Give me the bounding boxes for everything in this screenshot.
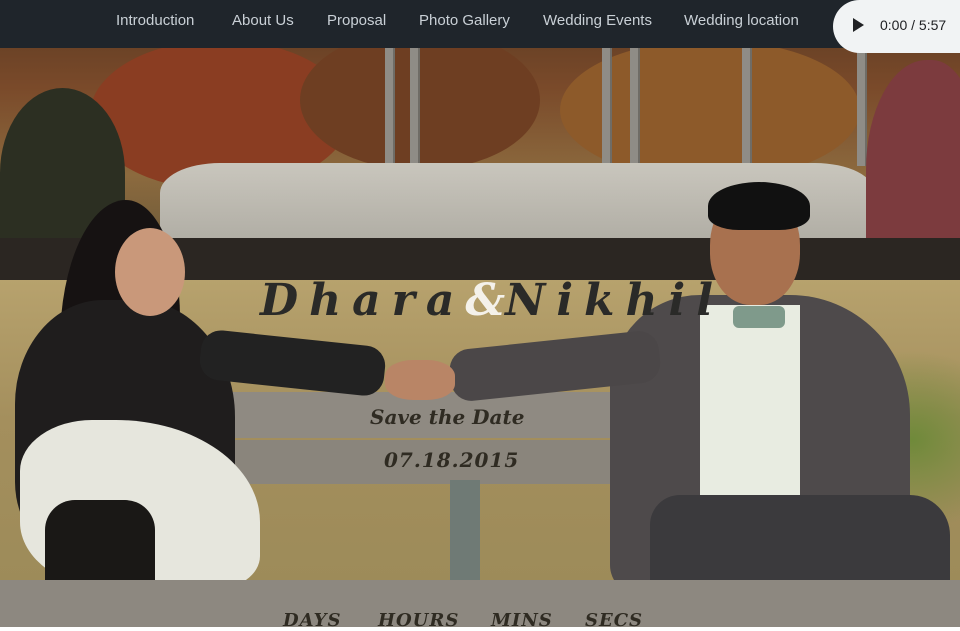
pole bbox=[857, 48, 867, 166]
play-icon[interactable] bbox=[853, 18, 864, 32]
pole bbox=[602, 48, 612, 166]
man-hair bbox=[708, 182, 810, 230]
wedding-date: 07.18.2015 bbox=[384, 448, 520, 472]
couple-names: Dhara&Nikhil bbox=[260, 275, 724, 326]
bench-seat bbox=[0, 580, 960, 627]
countdown-mins-label: MINS bbox=[491, 610, 553, 631]
pole bbox=[630, 48, 640, 166]
nav-item-photo-gallery[interactable]: Photo Gallery bbox=[419, 12, 510, 29]
bride-name: Dhara bbox=[260, 275, 466, 326]
audio-player: 0:00 / 5:57 bbox=[833, 0, 960, 53]
nav-item-wedding-location[interactable]: Wedding location bbox=[684, 12, 799, 29]
tree-foliage bbox=[300, 30, 540, 170]
nav-item-proposal[interactable]: Proposal bbox=[327, 12, 386, 29]
woman-face bbox=[115, 228, 185, 316]
countdown-secs-label: SECS bbox=[585, 610, 644, 631]
groom-name: Nikhil bbox=[505, 275, 724, 326]
nav-item-wedding-events[interactable]: Wedding Events bbox=[543, 12, 652, 29]
bow-tie bbox=[733, 306, 785, 328]
nav-item-introduction[interactable]: Introduction bbox=[116, 12, 194, 29]
countdown-days-label: DAYS bbox=[283, 610, 342, 631]
pole bbox=[410, 48, 420, 166]
holding-hands bbox=[385, 360, 455, 400]
pole bbox=[742, 48, 752, 166]
man-shirt bbox=[700, 305, 800, 495]
bench-post bbox=[450, 480, 480, 585]
audio-time: 0:00 / 5:57 bbox=[880, 17, 947, 33]
top-navbar: Introduction About Us Proposal Photo Gal… bbox=[0, 0, 960, 48]
save-the-date: Save the Date bbox=[370, 405, 525, 429]
nav-item-about-us[interactable]: About Us bbox=[232, 12, 294, 29]
countdown-hours-label: HOURS bbox=[378, 610, 460, 631]
pole bbox=[385, 48, 395, 166]
ampersand: & bbox=[465, 275, 506, 326]
